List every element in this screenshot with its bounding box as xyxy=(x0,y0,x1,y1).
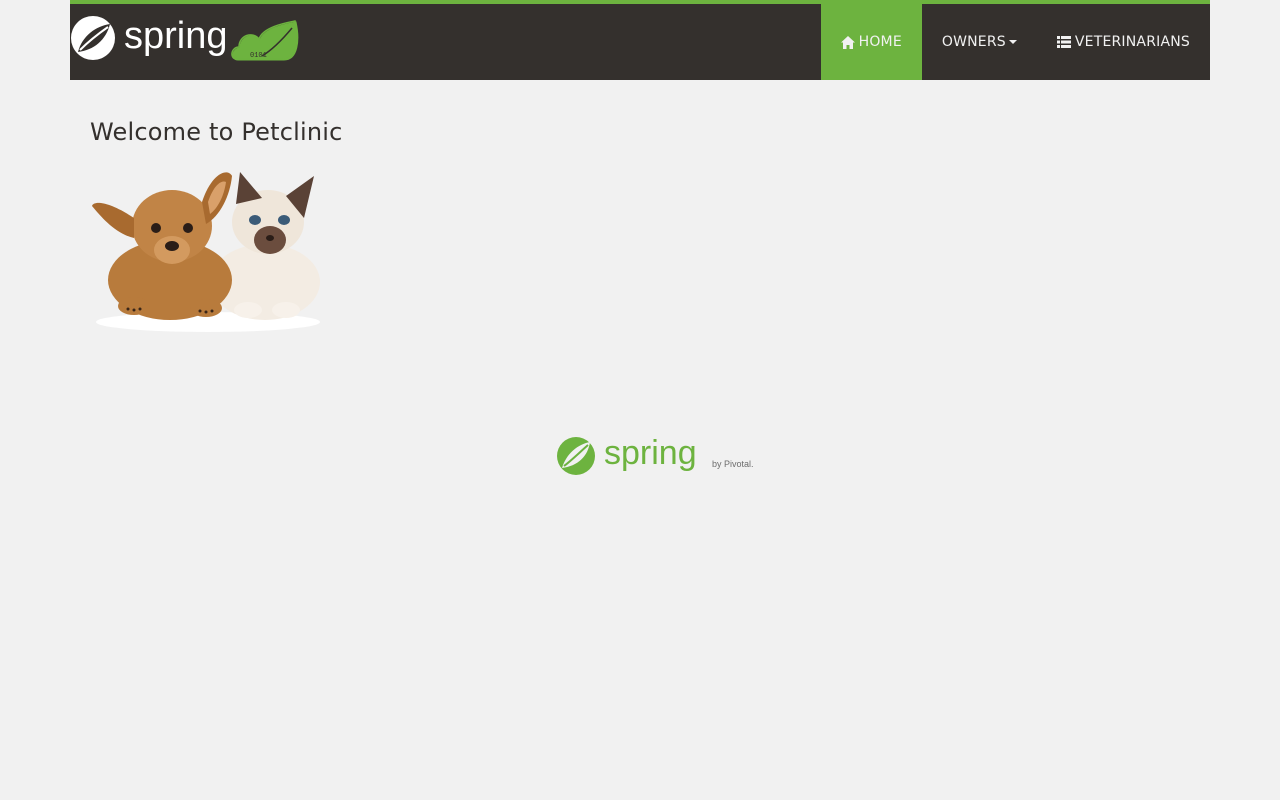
nav-veterinarians-label: Veterinarians xyxy=(1074,34,1190,50)
caret-down-icon xyxy=(1008,40,1017,44)
footer-logo-text: spring xyxy=(604,434,697,472)
main-nav: Home Owners Veterinarians xyxy=(820,4,1210,80)
nav-home[interactable]: Home xyxy=(820,4,922,80)
svg-text:spring: spring xyxy=(124,15,228,57)
nav-owners[interactable]: Owners xyxy=(922,4,1037,80)
home-icon xyxy=(840,35,855,49)
svg-text:0101: 0101 xyxy=(250,52,267,60)
navbar: spring 0101 Home Owners Veterin xyxy=(70,0,1210,80)
footer-logo-subtext: by Pivotal. xyxy=(712,459,754,469)
nav-owners-label: Owners xyxy=(941,34,1006,50)
spring-by-pivotal-logo: spring by Pivotal. xyxy=(557,434,754,475)
main-content: Welcome to Petclinic xyxy=(90,118,343,146)
nav-veterinarians[interactable]: Veterinarians xyxy=(1037,4,1210,80)
page-title: Welcome to Petclinic xyxy=(90,118,343,146)
list-icon xyxy=(1056,36,1071,48)
nav-home-label: Home xyxy=(858,34,902,50)
spring-petclinic-logo[interactable]: spring 0101 xyxy=(70,14,300,62)
pets-image xyxy=(92,172,320,332)
